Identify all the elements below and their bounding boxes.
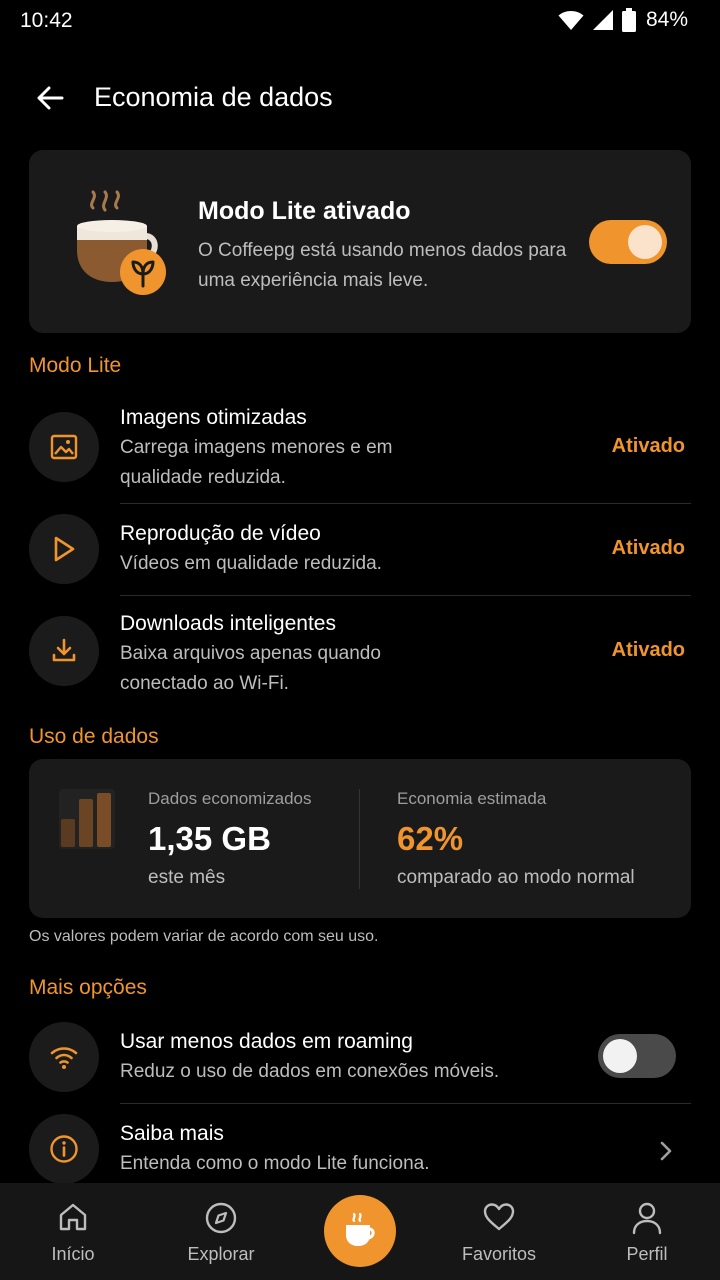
lite-mode-card: Modo Lite ativado O Coffeepg está usando…	[29, 150, 691, 333]
roaming-desc: Reduz o uso de dados em conexões móveis.	[120, 1061, 500, 1082]
battery-percentage: 84%	[645, 8, 688, 31]
data-usage-card: Dados economizados 1,35 GB este mês Econ…	[29, 759, 691, 918]
nav-explore-label: Explorar	[187, 1244, 255, 1264]
section-title-more: Mais opções	[29, 976, 147, 999]
play-icon-badge	[29, 514, 99, 584]
section-title-usage: Uso de dados	[29, 725, 159, 748]
heart-icon	[483, 1203, 515, 1231]
image-icon	[50, 434, 78, 460]
nav-favorites[interactable]: Favoritos	[439, 1183, 559, 1280]
saved-data-label: Dados economizados	[148, 789, 312, 808]
status-time: 10:42	[20, 9, 73, 32]
arrow-back-icon	[37, 86, 64, 110]
lite-item-status: Ativado	[611, 435, 685, 457]
roaming-item[interactable]: Usar menos dados em roaming Reduz o uso …	[29, 1022, 691, 1098]
person-icon	[632, 1202, 662, 1235]
screen: 10:42 84% Economia de dados Modo Lite at…	[0, 0, 720, 1280]
nav-home[interactable]: Início	[13, 1183, 133, 1280]
download-icon-badge	[29, 616, 99, 686]
lite-item-video[interactable]: Reprodução de vídeo Vídeos em qualidade …	[29, 514, 691, 590]
bar-chart-icon	[59, 789, 115, 849]
nav-home-label: Início	[51, 1244, 95, 1264]
battery-icon	[621, 8, 636, 32]
toggle-knob	[603, 1039, 637, 1073]
nav-coffee-button[interactable]	[324, 1195, 396, 1267]
saved-data-period: este mês	[148, 867, 226, 888]
home-icon	[59, 1203, 87, 1231]
coffee-cup-icon	[346, 1212, 375, 1246]
download-icon	[52, 638, 76, 662]
nav-profile-label: Perfil	[626, 1244, 668, 1264]
section-title-lite: Modo Lite	[29, 354, 122, 377]
usage-note: Os valores podem variar de acordo com se…	[29, 928, 379, 945]
play-icon	[54, 536, 75, 562]
divider	[120, 1103, 691, 1104]
roaming-toggle[interactable]	[598, 1034, 676, 1078]
lite-item-status: Ativado	[611, 639, 685, 661]
estimated-savings-sub: comparado ao modo normal	[397, 867, 635, 888]
learn-more-item[interactable]: Saiba mais Entenda como o modo Lite func…	[29, 1114, 691, 1184]
toggle-knob	[628, 225, 662, 259]
nav-explore[interactable]: Explorar	[161, 1183, 281, 1280]
estimated-savings-label: Economia estimada	[397, 789, 547, 808]
divider	[120, 503, 691, 504]
lite-item-title: Reprodução de vídeo	[120, 522, 321, 545]
back-button[interactable]	[30, 78, 70, 118]
divider	[120, 595, 691, 596]
learn-more-desc: Entenda como o modo Lite funciona.	[120, 1153, 430, 1174]
roaming-title: Usar menos dados em roaming	[120, 1030, 413, 1053]
info-icon-badge	[29, 1114, 99, 1184]
lite-mode-title: Modo Lite ativado	[198, 197, 411, 225]
learn-more-title: Saiba mais	[120, 1122, 224, 1145]
status-bar: 10:42 84%	[0, 0, 720, 44]
info-icon	[50, 1135, 78, 1163]
lite-mode-description: O Coffeepg está usando menos dados para …	[198, 240, 567, 291]
coffee-cup-illustration	[77, 190, 166, 295]
wifi-icon-badge	[29, 1022, 99, 1092]
lite-item-downloads[interactable]: Downloads inteligentes Baixa arquivos ap…	[29, 610, 691, 700]
wifi-icon	[50, 1047, 78, 1069]
status-icons: 84%	[558, 8, 688, 32]
saved-data-value: 1,35 GB	[148, 820, 271, 857]
image-icon-badge	[29, 412, 99, 482]
lite-item-title: Imagens otimizadas	[120, 406, 307, 429]
nav-profile[interactable]: Perfil	[587, 1183, 707, 1280]
lite-item-desc: Vídeos em qualidade reduzida.	[120, 553, 382, 574]
compass-icon	[205, 1202, 237, 1234]
lite-item-desc: Baixa arquivos apenas quando conectado a…	[120, 643, 381, 694]
page-title: Economia de dados	[94, 82, 333, 112]
lite-item-images[interactable]: Imagens otimizadas Carrega imagens menor…	[29, 404, 691, 500]
nav-favorites-label: Favoritos	[461, 1244, 537, 1264]
chevron-right-icon	[660, 1141, 672, 1161]
lite-item-status: Ativado	[611, 537, 685, 559]
wifi-signal-icon	[558, 11, 584, 30]
usage-separator	[359, 789, 360, 889]
bottom-navigation: Início Explorar Favoritos Perfil	[0, 1183, 720, 1280]
lite-item-title: Downloads inteligentes	[120, 612, 336, 635]
cell-signal-icon	[592, 10, 613, 30]
app-header: Economia de dados	[0, 62, 720, 132]
lite-mode-toggle[interactable]	[589, 220, 667, 264]
lite-item-desc: Carrega imagens menores e em qualidade r…	[120, 437, 393, 488]
estimated-savings-value: 62%	[397, 820, 464, 857]
